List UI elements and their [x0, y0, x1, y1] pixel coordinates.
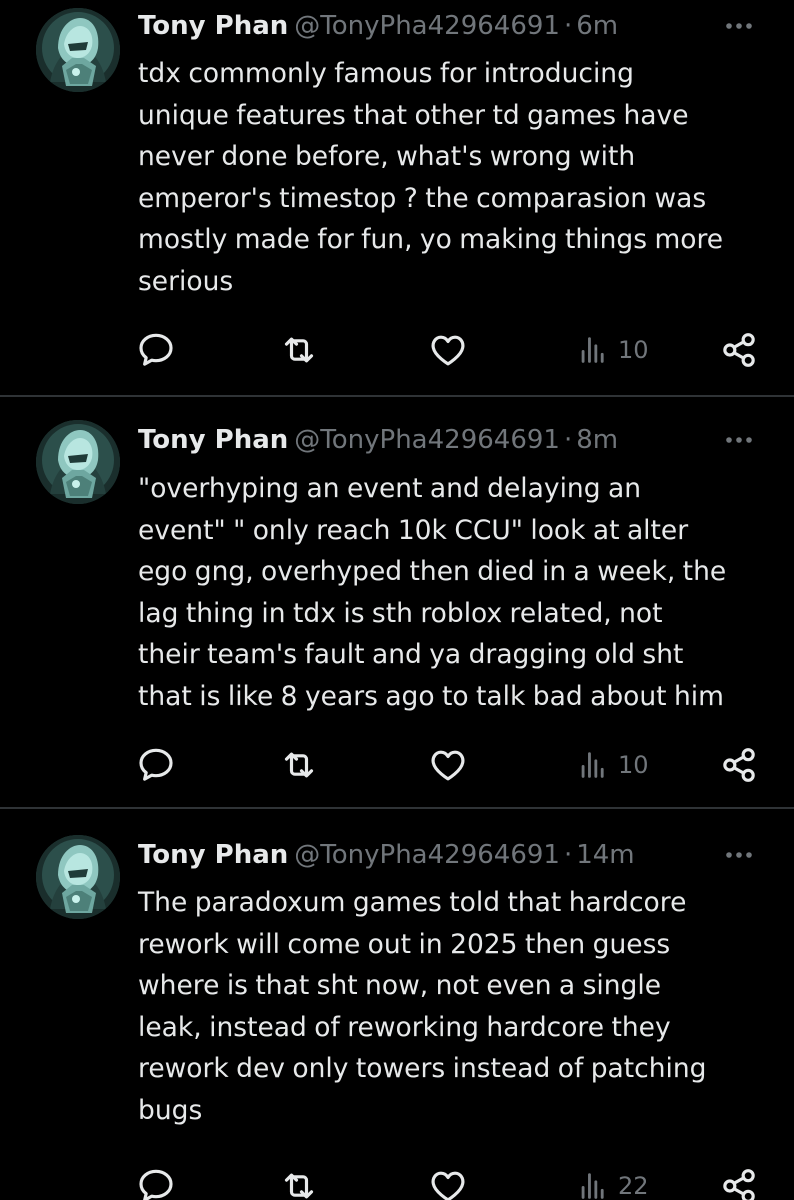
retweet-icon [279, 330, 319, 370]
share-icon [719, 745, 759, 785]
tweet-text: tdx commonly famous for introducing uniq… [138, 58, 724, 297]
tweet[interactable]: Tony Phan @TonyPha42964691 · 14m The parado… [0, 809, 794, 1200]
share-icon [719, 1166, 759, 1200]
views-count: 10 [618, 751, 649, 779]
share-icon [719, 330, 759, 370]
author-name[interactable]: Tony Phan [138, 11, 288, 41]
more-icon[interactable] [722, 420, 756, 460]
tweet[interactable]: Tony Phan @TonyPha42964691 · 6m tdx commonl… [0, 0, 794, 395]
heart-icon [428, 330, 468, 370]
like-button[interactable] [428, 742, 468, 788]
author-name[interactable]: Tony Phan [138, 840, 288, 870]
tweet-header: Tony Phan @TonyPha42964691 · 8m [138, 420, 768, 460]
timestamp[interactable]: 14m [576, 840, 634, 870]
retweet-icon [279, 745, 319, 785]
author-name[interactable]: Tony Phan [138, 425, 288, 455]
author-handle[interactable]: @TonyPha42964691 [294, 11, 560, 41]
timestamp[interactable]: 8m [576, 425, 618, 455]
tweet[interactable]: Tony Phan @TonyPha42964691 · 8m "overhyping… [0, 397, 794, 807]
reply-button[interactable] [136, 742, 176, 788]
timestamp[interactable]: 6m [576, 11, 618, 41]
like-button[interactable] [428, 327, 468, 373]
views-icon [576, 1169, 610, 1200]
like-button[interactable] [428, 1163, 468, 1200]
action-bar: 22 [0, 1163, 794, 1200]
avatar-image [36, 8, 120, 92]
views-button[interactable]: 22 [576, 1163, 649, 1200]
tweet-header: Tony Phan @TonyPha42964691 · 6m [138, 6, 768, 46]
views-button[interactable]: 10 [576, 742, 649, 788]
reply-icon [136, 1166, 176, 1200]
views-count: 22 [618, 1172, 649, 1200]
avatar-image [36, 835, 120, 919]
avatar[interactable] [36, 835, 120, 919]
reply-icon [136, 330, 176, 370]
heart-icon [428, 1166, 468, 1200]
avatar[interactable] [36, 8, 120, 92]
avatar-image [36, 420, 120, 504]
retweet-button[interactable] [279, 327, 319, 373]
separator: · [563, 840, 573, 870]
author-handle[interactable]: @TonyPha42964691 [294, 425, 560, 455]
author-handle[interactable]: @TonyPha42964691 [294, 840, 560, 870]
share-button[interactable] [719, 327, 759, 373]
action-bar: 10 [0, 327, 794, 373]
more-icon[interactable] [722, 835, 756, 875]
retweet-button[interactable] [279, 742, 319, 788]
views-button[interactable]: 10 [576, 327, 649, 373]
reply-button[interactable] [136, 1163, 176, 1200]
heart-icon [428, 745, 468, 785]
share-button[interactable] [719, 742, 759, 788]
retweet-icon [279, 1166, 319, 1200]
tweet-header: Tony Phan @TonyPha42964691 · 14m [138, 835, 768, 875]
action-bar: 10 [0, 742, 794, 788]
views-count: 10 [618, 336, 649, 364]
views-icon [576, 333, 610, 367]
separator: · [563, 425, 573, 455]
tweet-text: "overhyping an event and delaying an eve… [138, 473, 727, 712]
tweet-text: The paradoxum games told that hardcore r… [138, 887, 707, 1126]
share-button[interactable] [719, 1163, 759, 1200]
reply-button[interactable] [136, 327, 176, 373]
retweet-button[interactable] [279, 1163, 319, 1200]
avatar[interactable] [36, 420, 120, 504]
separator: · [563, 11, 573, 41]
reply-icon [136, 745, 176, 785]
views-icon [576, 748, 610, 782]
more-icon[interactable] [722, 6, 756, 46]
